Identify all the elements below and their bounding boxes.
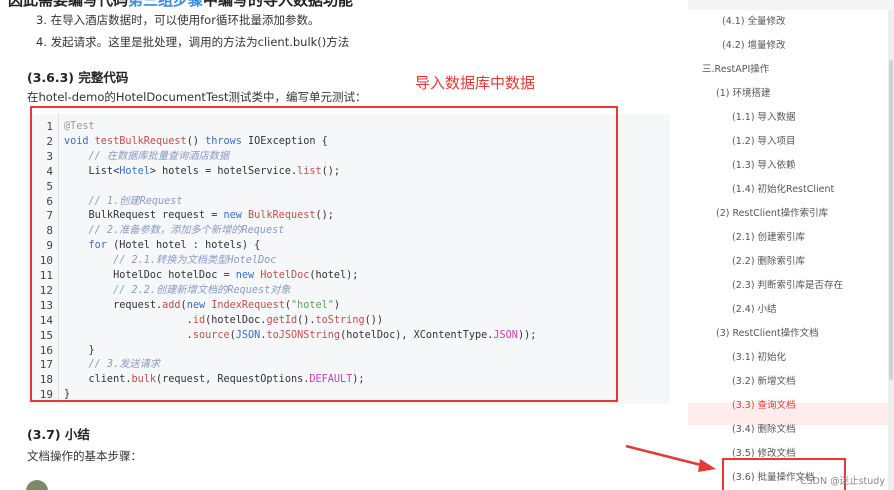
toc-item[interactable]: (2.1) 创建索引库 (732, 229, 805, 243)
clipped-heading-text-2: 中编写的导入数据功能 (203, 0, 354, 9)
toc-item[interactable]: (2.2) 删除索引库 (732, 253, 805, 267)
annotation-label: 导入数据库中数据 (415, 74, 536, 92)
toc-item[interactable]: (2) RestClient操作索引库 (716, 205, 828, 219)
article-main: 因此需要编写代码第三组步骤中编写的导入数据功能 3. 在导入酒店数据时，可以使用… (0, 0, 688, 490)
toc-item[interactable]: (3.4) 删除文档 (732, 421, 796, 435)
toc-item[interactable]: (2.4) 小结 (732, 301, 777, 315)
toc-item[interactable]: (3.3) 查询文档 (732, 397, 796, 411)
author-avatar[interactable] (26, 480, 48, 490)
csdn-watermark: CSDN @迷止study (800, 476, 885, 487)
toc-item[interactable]: (4.1) 全量修改 (722, 13, 786, 27)
toc-item[interactable]: (3.1) 初始化 (732, 349, 786, 363)
step-4-text: 4. 发起请求。这里是批处理，调用的方法为client.bulk()方法 (36, 35, 350, 49)
sidebar: (4.1) 全量修改 (4.2) 增量修改三.RestAPI操作 (1) 环境搭建 (… (688, 0, 894, 490)
toc-scrollbar-thumb[interactable] (889, 60, 893, 380)
table-of-contents: (4.1) 全量修改 (4.2) 增量修改三.RestAPI操作 (1) 环境搭建 (… (688, 10, 888, 490)
code-highlight-box (30, 106, 618, 402)
section-heading-37: (3.7) 小结 (27, 427, 90, 442)
toc-item[interactable]: (1.4) 初始化RestClient (732, 181, 834, 195)
clipped-heading-text: 因此需要编写代码 (8, 0, 129, 9)
toc-item[interactable]: (1.3) 导入依赖 (732, 157, 796, 171)
toc-item[interactable]: (1) 环境搭建 (716, 85, 770, 99)
summary-paragraph: 文档操作的基本步骤： (27, 449, 142, 463)
toc-item[interactable]: (3.5) 修改文档 (732, 445, 796, 459)
toc-item[interactable]: (4.2) 增量修改 (722, 37, 786, 51)
toc-item[interactable]: (2.3) 判断索引库是否存在 (732, 277, 843, 291)
article-clipped-heading: 因此需要编写代码第三组步骤中编写的导入数据功能 (8, 0, 353, 10)
toc-item[interactable]: (3.2) 新增文档 (732, 373, 796, 387)
step-3-text: 3. 在导入酒店数据时，可以使用for循环批量添加参数。 (36, 13, 320, 27)
toc-item[interactable]: (3) RestClient操作文档 (716, 325, 819, 339)
toc-item[interactable]: 三.RestAPI操作 (702, 61, 769, 75)
clipped-heading-link[interactable]: 第三组步骤 (128, 0, 203, 9)
intro-paragraph: 在hotel-demo的HotelDocumentTest测试类中，编写单元测试… (27, 90, 367, 104)
toc-item[interactable]: (1.2) 导入项目 (732, 133, 796, 147)
section-heading-363: (3.6.3) 完整代码 (27, 70, 129, 85)
toc-item[interactable]: (1.1) 导入数据 (732, 109, 796, 123)
